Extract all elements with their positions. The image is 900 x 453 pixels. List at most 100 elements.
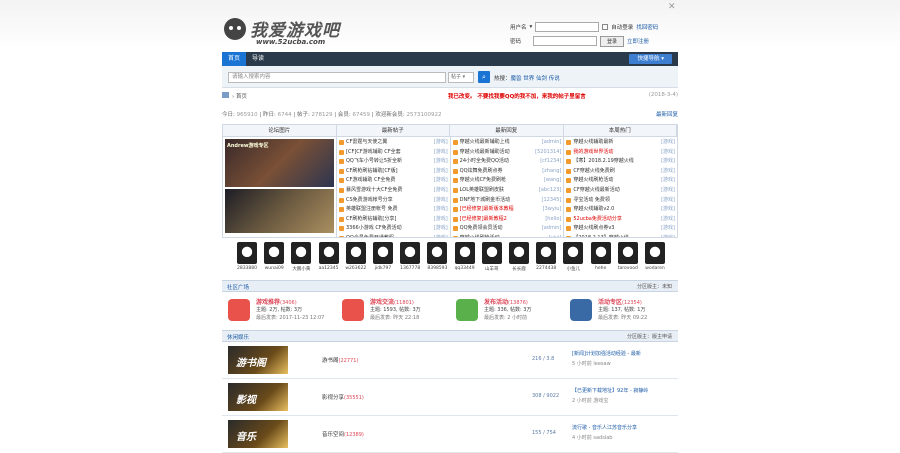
forum-last-post[interactable]: 最后发表: 2017-11-23 12:07 [256, 314, 324, 321]
member-avatar[interactable]: 大鹏小黄 [290, 242, 312, 272]
forum-last-post[interactable]: 最后发表: 2 小时前 [484, 314, 527, 321]
member-avatar[interactable]: 2274438 [535, 242, 557, 271]
login-button[interactable]: 登录 [600, 35, 625, 47]
forum-name[interactable]: 游戏推荐(3406) [256, 297, 297, 306]
list-item-title[interactable]: 英雄联盟注册帐号 免费 [346, 206, 398, 212]
list-item[interactable]: [已经修复]最新版本教程 [3wyiu] [452, 205, 562, 215]
member-name[interactable]: 2833880 [236, 266, 258, 271]
list-item-title[interactable]: 3366小游戏 CF免费活动 [346, 225, 402, 231]
list-item-title[interactable]: CF雷霆与天使之翼 [346, 139, 387, 145]
list-item-title[interactable]: QQ飞车小号转让5折全新 [346, 158, 402, 164]
member-avatar[interactable]: jidk797 [372, 242, 394, 271]
list-item-title[interactable]: 52ucba免费活动分享 [573, 216, 622, 222]
list-item[interactable]: 【2018.2.13】穿越火线 [游戏] [566, 233, 676, 237]
dropdown-icon[interactable]: ▾ [530, 24, 533, 30]
list-item-title[interactable]: CF刷枪刷钻辅助[分享] [346, 216, 396, 222]
list-item[interactable]: 穿越火线CF免费刷枪 [wang] [452, 176, 562, 186]
list-item-title[interactable]: 穿越火线刷点券v3 [573, 225, 614, 231]
list-item[interactable]: CF穿越火线最新活动 [游戏] [566, 185, 676, 196]
list-item[interactable]: QQ免费领会员活动 [admin] [452, 224, 562, 234]
list-item-title[interactable]: CF穿越火线最新活动 [573, 187, 619, 193]
list-item[interactable]: 24小时全免费QQ活动 [cf1234] [452, 157, 562, 167]
list-item-title[interactable]: CF穿越火线免费刷 [573, 168, 614, 174]
list-item[interactable]: 穿越火线辅助最新 [游戏] [566, 138, 676, 148]
list-item[interactable]: DNF地下城刷金币活动 [12345] [452, 195, 562, 206]
forgot-password-link[interactable]: 找回密码 [636, 23, 658, 31]
user-mode-select[interactable]: 用户名 [510, 23, 527, 31]
list-item[interactable]: 我的游戏世界活动 [游戏] [566, 147, 676, 158]
member-avatar[interactable]: hehe [590, 242, 612, 271]
breadcrumb-home[interactable]: 首页 [236, 94, 247, 100]
list-item-title[interactable]: 寻宝活动 免费领 [573, 197, 610, 203]
forum-card[interactable]: 发布活动(13876) 主题: 336, 帖数: 3万 最后发表: 2 小时前 [450, 293, 564, 327]
list-item[interactable]: 3366小游戏 CF免费活动 [游戏] [339, 224, 448, 234]
page-scrollbar[interactable] [890, 0, 900, 452]
list-item[interactable]: [CF]CF游戏辅助 CF全套 [游戏] [339, 147, 448, 158]
list-item-title[interactable]: QQ炫舞免费刷点券 [460, 168, 503, 174]
section-title[interactable]: 社区广场 [227, 283, 249, 291]
list-item[interactable]: CF游戏辅助 CF全免费 [游戏] [339, 176, 448, 186]
forum-card[interactable]: 活动专区(12354) 主题: 137, 帖数: 1万 最后发表: 昨天 09:22 [564, 293, 678, 327]
list-item-title[interactable]: 【寒】2018.2.19穿越火线 [573, 158, 633, 164]
forum-card[interactable]: 游戏推荐(3406) 主题: 2万, 帖数: 3万 最后发表: 2017-11-23… [222, 293, 336, 327]
member-name[interactable]: 小鱼儿 [562, 266, 584, 272]
search-input[interactable]: 请输入搜索内容 [228, 72, 446, 83]
quick-nav-button[interactable]: 快捷导航 ▾ [629, 54, 672, 64]
member-name[interactable]: 山羊哥 [481, 266, 503, 272]
list-item-title[interactable]: CS免费游戏帐号分享 [346, 197, 393, 203]
forum-name[interactable]: 发布活动(13876) [484, 297, 528, 306]
member-name[interactable]: wodaren [644, 266, 666, 271]
username-input[interactable] [535, 22, 600, 32]
list-item[interactable]: CF刷枪刷钻辅助[CF版] [游戏] [339, 166, 448, 177]
list-item-title[interactable]: CF刷枪刷钻辅助[CF版] [346, 168, 398, 174]
member-name[interactable]: 2274438 [535, 266, 557, 271]
member-avatar[interactable]: w263622 [345, 242, 367, 271]
board-image[interactable]: 影视 [228, 383, 288, 411]
list-item-title[interactable]: 穿越火线刷枪活动 [460, 235, 500, 237]
list-item-title[interactable]: QQ会员免费开通教程 [346, 235, 394, 237]
list-item[interactable]: QQ飞车小号转让5折全新 [游戏] [339, 157, 448, 167]
list-item-title[interactable]: 24小时全免费QQ活动 [460, 158, 509, 164]
list-item-title[interactable]: [已经修复]最新版本教程 [460, 206, 514, 212]
member-name[interactable]: 长长鹿 [508, 266, 530, 272]
board-name[interactable]: 影视分享(35551) [322, 393, 364, 401]
member-name[interactable]: 大鹏小黄 [290, 266, 312, 272]
list-item-title[interactable]: LOL英雄联盟刷皮肤 [460, 187, 504, 193]
member-avatar[interactable]: wodaren [644, 242, 666, 271]
member-avatar[interactable]: tarovood [617, 242, 639, 271]
board-image[interactable]: 音乐 [228, 420, 288, 448]
list-item[interactable]: 穿越火线辅助v2.0 [游戏] [566, 205, 676, 215]
list-item[interactable]: CF刷枪刷钻辅助[分享] [游戏] [339, 214, 448, 225]
list-item[interactable]: 【寒】2018.2.19穿越火线 [游戏] [566, 157, 676, 167]
member-avatar[interactable]: wunai09 [263, 242, 285, 271]
list-item-title[interactable]: DNF地下城刷金币活动 [460, 197, 510, 203]
board-name[interactable]: 游书阁(22771) [322, 356, 358, 364]
list-item[interactable]: 52ucba免费活动分享 [游戏] [566, 214, 676, 225]
list-item[interactable]: CF雷霆与天使之翼 [游戏] [339, 138, 448, 148]
list-item-title[interactable]: CF游戏辅助 CF全免费 [346, 177, 395, 183]
remember-checkbox[interactable] [602, 24, 609, 30]
list-item-title[interactable]: 穿越火线CF免费刷枪 [460, 177, 506, 183]
forum-name[interactable]: 游戏交流(11801) [370, 297, 414, 306]
list-item-title[interactable]: 穿越火线最新辅助上线 [460, 139, 510, 145]
latest-replies-link[interactable]: 最新回复 [656, 110, 678, 118]
member-avatar[interactable]: 8398593 [426, 242, 448, 271]
member-avatar[interactable]: 2833880 [236, 242, 258, 271]
board-name[interactable]: 音乐空间(12389) [322, 430, 364, 438]
member-name[interactable]: tarovood [617, 266, 639, 271]
close-icon[interactable]: ✕ [668, 2, 676, 12]
hot-keywords[interactable]: 魔兽 世界 仙剑 传说 [511, 76, 560, 82]
notice-text[interactable]: 我已改变。 不要找我要QQ的我不加，来我的帖子里留言 [448, 92, 586, 100]
member-name[interactable]: qq33449 [454, 266, 476, 271]
member-avatar[interactable]: aa12345 [318, 242, 340, 271]
list-item[interactable]: 穿越火线最新辅助上线 [admin] [452, 138, 562, 148]
search-icon[interactable]: ⌕ [478, 71, 490, 83]
list-item[interactable]: CS免费游戏帐号分享 [游戏] [339, 195, 448, 206]
board-last-post[interactable]: 【已更新下载地址】92年 - 寂静岭 [572, 387, 678, 394]
list-item[interactable]: 穿越火线刷枪活动 [yiyi] [452, 233, 562, 237]
list-item-title[interactable]: 穿越火线刷枪活动 [573, 177, 613, 183]
list-item[interactable]: [已经修复]最新教程2 [hello] [452, 214, 562, 225]
stat-newest[interactable]: 2573100922 [406, 112, 441, 118]
member-avatar[interactable]: 小鱼儿 [562, 242, 584, 272]
section-title[interactable]: 休闲娱乐 [227, 333, 249, 341]
